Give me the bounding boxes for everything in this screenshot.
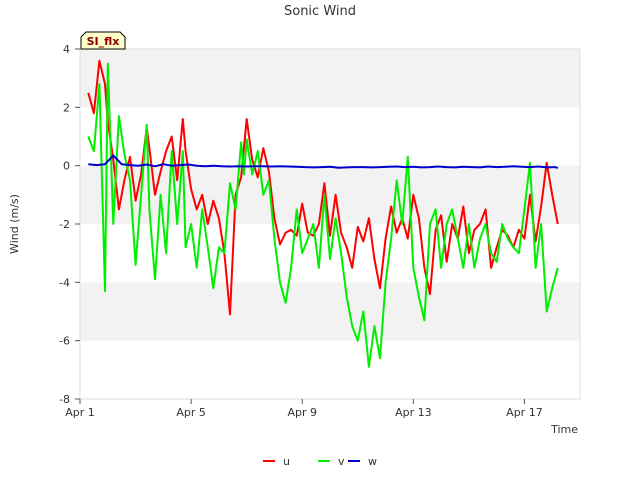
- legend-label-u: u: [283, 455, 290, 468]
- x-tick-label: Apr 5: [176, 406, 206, 419]
- grid-band: [80, 49, 580, 108]
- legend-label-w: w: [368, 455, 377, 468]
- grid-band: [80, 282, 580, 341]
- x-axis-label: Time: [550, 423, 578, 436]
- y-axis-label: Wind (m/s): [8, 194, 21, 254]
- x-tick-label: Apr 17: [506, 406, 543, 419]
- y-axis-ticks: -8 -6 -4 -2 0 2 4: [59, 43, 80, 406]
- chart-title: Sonic Wind: [284, 4, 356, 19]
- y-tick-label: -2: [59, 218, 70, 231]
- site-badge-label: SI_flx: [87, 35, 120, 48]
- site-badge: SI_flx: [80, 31, 126, 50]
- y-tick-label: -4: [59, 276, 70, 289]
- y-tick-label: 0: [63, 160, 70, 173]
- y-tick-label: 4: [63, 43, 70, 56]
- y-tick-label: -6: [59, 335, 70, 348]
- sonic-wind-chart: -8-6-4-2024 Apr 1 Apr 5 Apr 9 Apr 13 Apr 17 …: [8, 4, 581, 468]
- x-tick-label: Apr 13: [395, 406, 432, 419]
- legend: u v w: [263, 455, 377, 468]
- x-axis-ticks: Apr 1 Apr 5 Apr 9 Apr 13 Apr 17: [65, 399, 543, 419]
- x-tick-label: Apr 9: [287, 406, 317, 419]
- y-tick-label: -8: [59, 393, 70, 406]
- x-tick-label: Apr 1: [65, 406, 95, 419]
- y-tick-label: 2: [63, 101, 70, 114]
- plot-background-bands: [80, 49, 580, 399]
- legend-label-v: v: [338, 455, 345, 468]
